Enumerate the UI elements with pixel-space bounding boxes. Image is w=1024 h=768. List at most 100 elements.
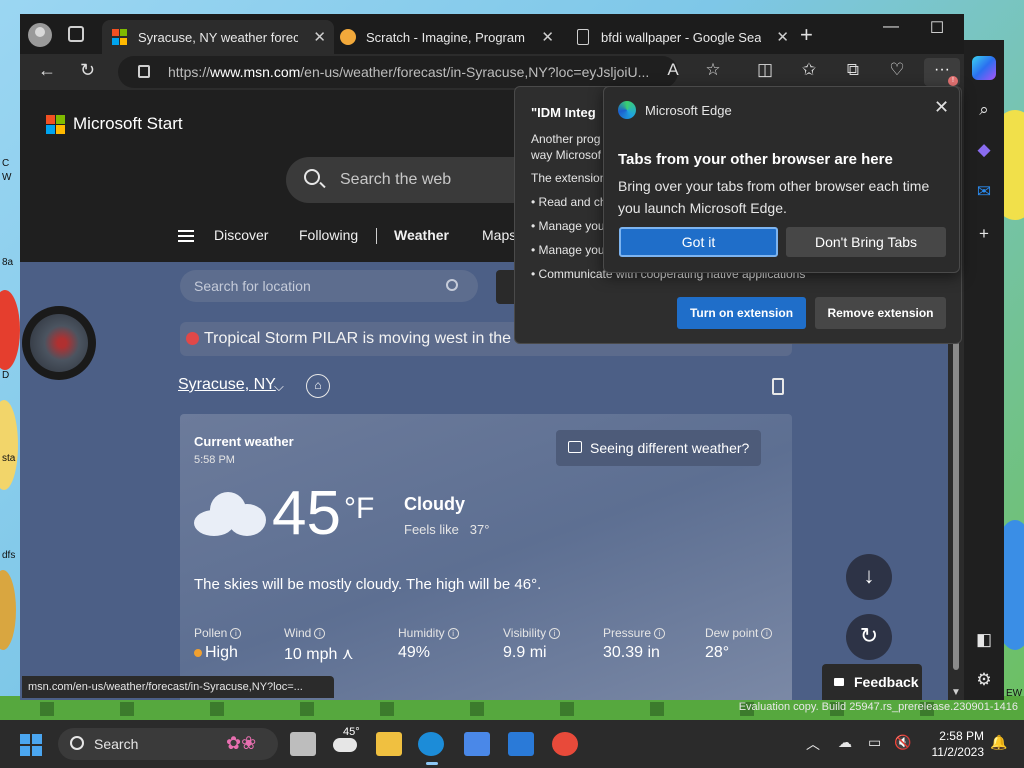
refresh-page-button[interactable]: ↻ [846, 614, 892, 660]
taskbar-clock[interactable]: 2:58 PM 11/2/2023 [926, 728, 985, 760]
close-icon[interactable]: ✕ [934, 97, 949, 118]
wind-direction-icon: ⋏ [341, 646, 354, 663]
favorite-star-icon[interactable]: ☆ [700, 60, 726, 80]
home-icon[interactable]: ⌂ [306, 374, 330, 398]
file-explorer-icon[interactable] [376, 732, 402, 756]
copilot-icon[interactable] [972, 56, 996, 80]
mail-icon[interactable] [508, 732, 534, 756]
collections-icon[interactable]: ⧉ [840, 60, 866, 80]
task-view-icon[interactable] [290, 732, 316, 756]
web-search-input[interactable]: Search the web [286, 157, 546, 203]
gear-icon[interactable]: ⚙ [974, 670, 994, 690]
tab-google-search[interactable]: bfdi wallpaper - Google Search ✕ [565, 20, 797, 54]
nav-following[interactable]: Following [299, 227, 358, 243]
scroll-down-button[interactable]: ↓ [846, 554, 892, 600]
info-icon: i [549, 628, 561, 639]
link-status-bar: msn.com/en-us/weather/forecast/in-Syracu… [22, 676, 334, 698]
microsoft-store-icon[interactable] [464, 732, 490, 756]
desktop-icon-label[interactable]: 8a [2, 257, 13, 268]
desktop-icon-label[interactable]: D [2, 370, 9, 381]
new-tab-button[interactable]: + [800, 22, 813, 48]
copilot-app-icon[interactable]: ◆ [974, 140, 994, 160]
chevron-down-icon[interactable]: ⌵ [274, 379, 284, 395]
metric-humidity[interactable]: Humidity i 49% [398, 626, 459, 662]
add-app-icon[interactable]: + [974, 224, 994, 244]
search-icon[interactable]: ⌕ [974, 100, 994, 120]
cloudy-icon [194, 488, 268, 538]
chrome-icon[interactable] [552, 732, 578, 756]
profile-avatar[interactable] [28, 23, 52, 47]
back-button[interactable]: ← [38, 60, 56, 81]
feedback-button[interactable]: Feedback [822, 664, 922, 700]
search-label: Search [94, 736, 139, 752]
workspaces-icon[interactable] [68, 26, 84, 42]
close-tab-icon[interactable]: ✕ [541, 28, 554, 46]
lock-icon[interactable] [138, 65, 150, 78]
windows-start-icon[interactable] [20, 734, 42, 756]
refresh-button[interactable]: ↻ [80, 60, 95, 81]
metric-dew-point[interactable]: Dew point i 28° [705, 626, 773, 662]
url-text[interactable]: https://www.msn.com/en-us/weather/foreca… [168, 64, 658, 80]
hamburger-menu-icon[interactable] [178, 230, 194, 242]
desktop-icon-label[interactable]: sta [2, 453, 15, 464]
evaluation-watermark: Evaluation copy. Build 25947.rs_prerelea… [738, 701, 1018, 713]
scroll-down-arrow-icon[interactable]: ▼ [951, 687, 961, 698]
pollen-level-dot [194, 649, 202, 657]
feedback-icon [834, 678, 844, 686]
outlook-icon[interactable]: ✉ [974, 182, 994, 202]
wallpaper-character [0, 570, 16, 650]
desktop-icon-label[interactable]: C [2, 158, 9, 169]
location-search-input[interactable]: Search for location [180, 270, 478, 302]
favorites-icon[interactable]: ✩ [796, 60, 822, 80]
settings-and-more-button[interactable]: ···! [924, 58, 960, 86]
turn-on-extension-button[interactable]: Turn on extension [677, 297, 806, 329]
display-icon[interactable]: ▭ [868, 734, 881, 751]
mobile-icon[interactable] [772, 378, 784, 395]
nav-maps[interactable]: Maps [482, 227, 516, 243]
condition-text: Cloudy [404, 494, 465, 514]
notification-bell-icon[interactable]: 🔔 [990, 734, 1007, 751]
tab-title: Scratch - Imagine, Program, Sh [366, 29, 526, 45]
show-hidden-icons-chevron-icon[interactable]: ︿ [806, 734, 820, 754]
desktop-icon-label[interactable]: dfs [2, 550, 15, 561]
network-icon[interactable]: ☁ [838, 734, 852, 751]
metric-visibility[interactable]: Visibility i 9.9 mi [503, 626, 561, 662]
desktop-icon-label[interactable]: W [2, 172, 11, 183]
edge-taskbar-icon[interactable] [418, 732, 444, 765]
seeing-different-weather-button[interactable]: Seeing different weather? [556, 430, 761, 466]
windows-taskbar: Search ✿❀ 45° ︿ ☁ ▭ 🔇 2:58 PM 11/2/2023 … [0, 720, 1024, 768]
address-bar[interactable]: https://www.msn.com/en-us/weather/foreca… [118, 56, 678, 88]
edge-logo-icon [618, 101, 636, 119]
tab-scratch[interactable]: Scratch - Imagine, Program, Sh ✕ [330, 20, 562, 54]
remove-extension-button[interactable]: Remove extension [815, 297, 946, 329]
close-tab-icon[interactable]: ✕ [776, 28, 789, 46]
microsoft-start-logo[interactable]: Microsoft Start [46, 114, 183, 134]
nav-weather[interactable]: Weather [394, 227, 449, 243]
observation-time: 5:58 PM [194, 454, 235, 466]
metric-pollen[interactable]: Pollen i High [194, 626, 242, 662]
temperature-value: 45 [272, 479, 341, 548]
dont-bring-tabs-button[interactable]: Don't Bring Tabs [786, 227, 946, 257]
split-screen-icon[interactable]: ◫ [752, 60, 778, 80]
weather-widget[interactable]: 45° [333, 726, 363, 756]
search-placeholder: Search the web [340, 171, 452, 188]
temperature-unit[interactable]: °F [344, 492, 374, 526]
info-icon: i [230, 628, 242, 639]
browser-essentials-icon[interactable]: ♡ [884, 60, 910, 80]
close-tab-icon[interactable]: ✕ [313, 28, 326, 46]
floating-widget[interactable] [22, 306, 96, 380]
read-aloud-icon[interactable]: A [660, 60, 686, 80]
popup-heading: Tabs from your other browser are here [618, 151, 893, 168]
tab-msn-weather[interactable]: Syracuse, NY weather forecast | ✕ [102, 20, 334, 54]
sidebar-toggle-icon[interactable]: ◧ [974, 630, 994, 650]
minimize-button[interactable]: — [868, 18, 914, 36]
metric-pressure[interactable]: Pressure i 30.39 in [603, 626, 666, 662]
nav-discover[interactable]: Discover [214, 227, 268, 243]
location-name[interactable]: Syracuse, NY [178, 376, 276, 394]
microsoft-icon [46, 114, 65, 134]
metric-wind[interactable]: Wind i 10 mph ⋏ [284, 626, 354, 664]
got-it-button[interactable]: Got it [619, 227, 778, 257]
taskbar-search[interactable]: Search ✿❀ [58, 728, 278, 760]
volume-muted-icon[interactable]: 🔇 [894, 734, 911, 751]
maximize-button[interactable]: ☐ [914, 18, 960, 38]
